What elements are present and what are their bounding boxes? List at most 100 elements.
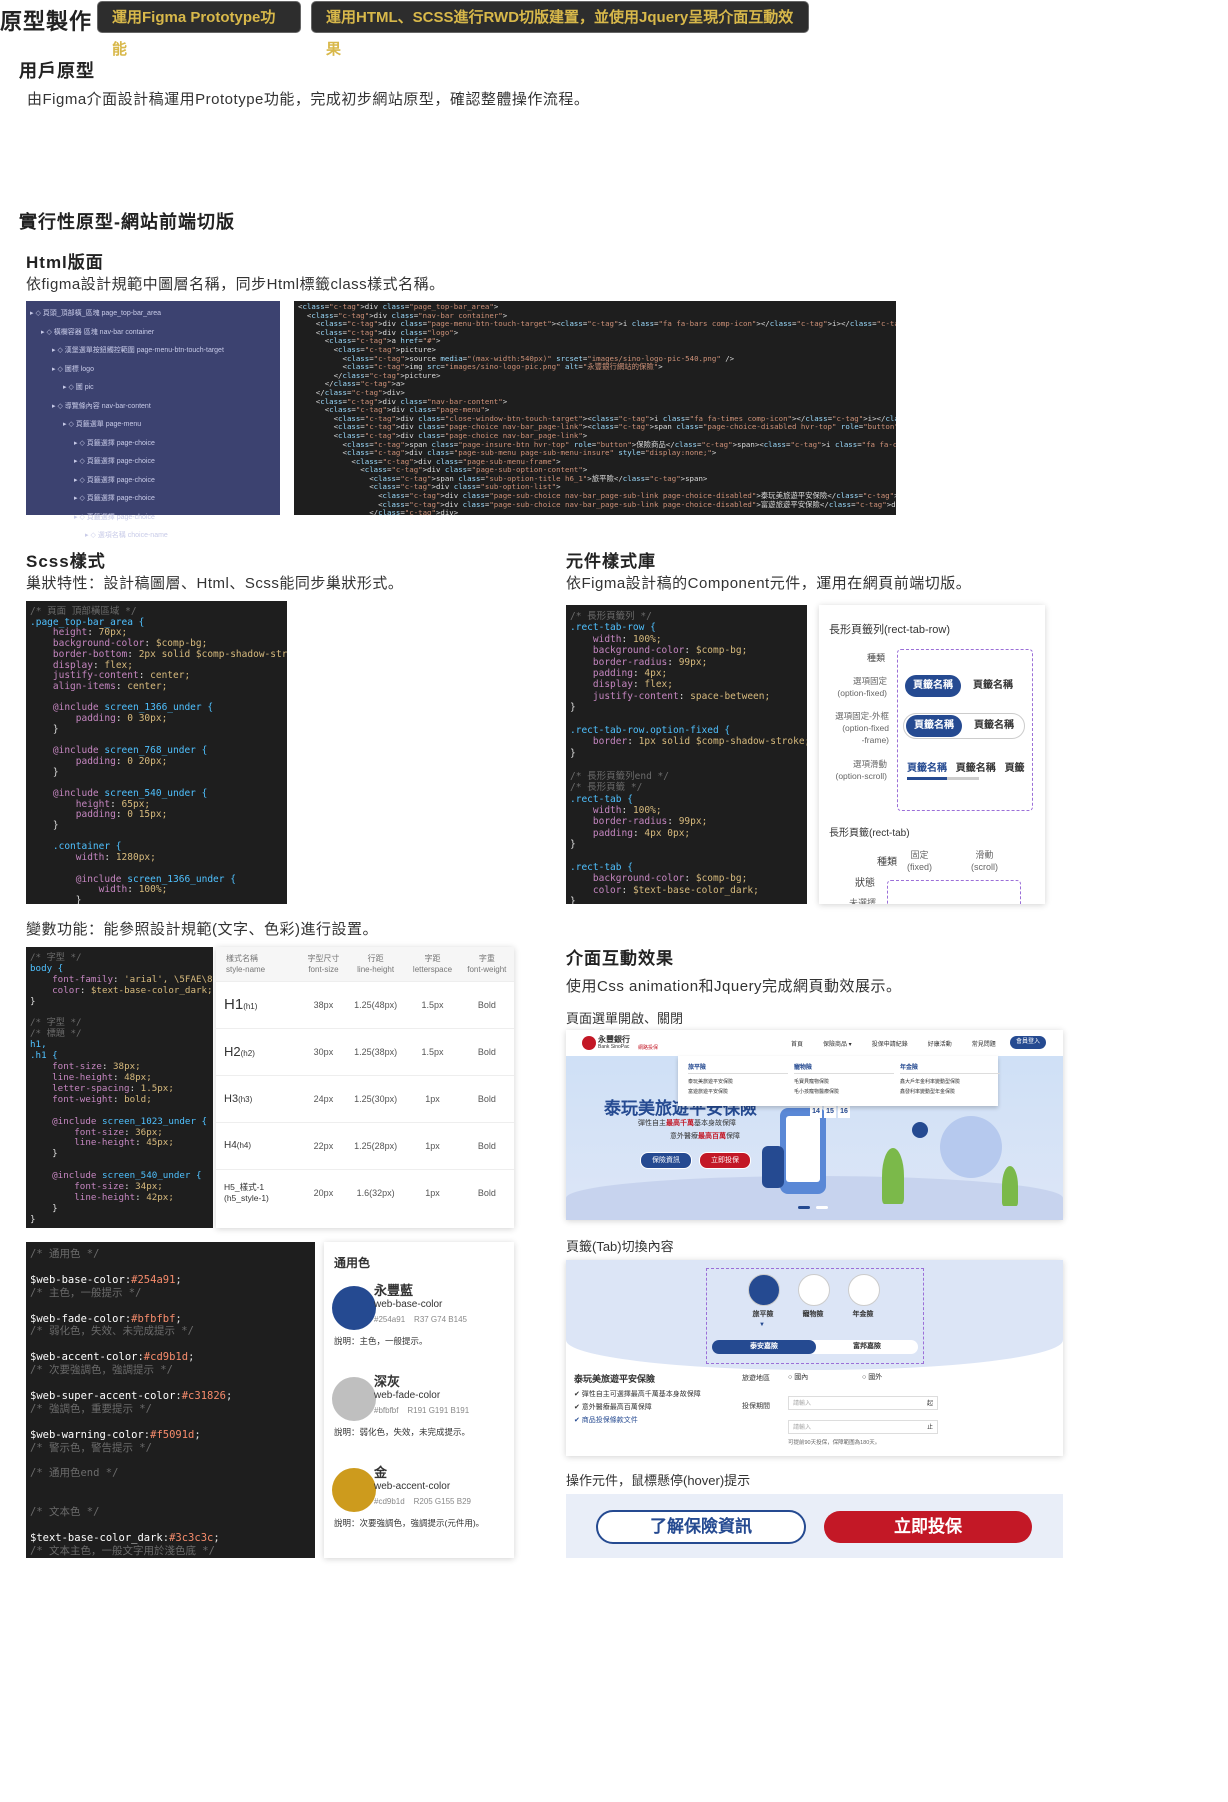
- code-line: .rect-tab-row {: [570, 622, 656, 634]
- code-line: padding: 0 30px;: [75, 713, 168, 725]
- tree-illustration: [882, 1148, 904, 1204]
- carousel-dot[interactable]: [816, 1206, 828, 1209]
- calendar-day: 14: [810, 1106, 822, 1118]
- type-row: H4(h4) 22px 1.25(28px) 1px Bold: [216, 1122, 514, 1169]
- end-date-input[interactable]: 請輸入止: [788, 1420, 938, 1434]
- prototype-desc: 由Figma介面設計稿運用Prototype功能，完成初步網站原型，確認整體操作…: [27, 91, 590, 108]
- layer-item[interactable]: ▸ ◇ 頁籤選擇 page-choice: [26, 435, 280, 454]
- layer-item[interactable]: ▸ ◇ 頁籤選擇 page-choice: [26, 490, 280, 509]
- color-name: 深灰: [374, 1374, 401, 1389]
- code-line: display: flex;: [592, 679, 673, 691]
- layer-item[interactable]: ▸ ◇ 頁籤選單 page-menu: [26, 416, 280, 435]
- color-values: #254a91 R37 G74 B145: [374, 1315, 467, 1324]
- dropdown-column: 旅平險 泰玩美旅遊平安保險 富遊旅遊平安保險: [688, 1062, 788, 1097]
- coin-icon: [848, 1274, 880, 1306]
- layer-item[interactable]: ▸ ◇ 橫欄容器 區塊 nav-bar container: [26, 324, 280, 343]
- sub-tab-active[interactable]: 泰安嘉險: [712, 1340, 816, 1354]
- dropdown-item[interactable]: 鑫大戶年金利率變動型保險: [900, 1077, 1000, 1087]
- color-name: 金: [374, 1465, 388, 1480]
- period-label: 投保期間: [742, 1403, 770, 1410]
- code-line: background-color: $comp-bg;: [592, 873, 748, 885]
- dropdown-item[interactable]: 鑫發利率變動型年金保險: [900, 1087, 1000, 1097]
- layer-item[interactable]: ▸ ◇ 頁籤選擇 page-choice: [26, 472, 280, 491]
- hero-info-button[interactable]: 保險資訊: [640, 1152, 692, 1169]
- carousel-dot-active[interactable]: [798, 1206, 810, 1209]
- product-point[interactable]: ✔ 商品投保條款文件: [574, 1414, 724, 1427]
- rect-tab-row-title: 長形頁籤列(rect-tab-row): [829, 624, 951, 636]
- layer-item[interactable]: ▸ ◇ 選項名稱 choice-name: [26, 527, 280, 546]
- menu-demo-label: 頁面選單開啟、關閉: [566, 1011, 684, 1026]
- tab-inactive[interactable]: 頁籤名稱: [965, 675, 1021, 697]
- dropdown-item[interactable]: 毛小孩寵物醫療保險: [794, 1087, 894, 1097]
- code-line: /* 通用色 */: [30, 1248, 100, 1260]
- layer-item[interactable]: ▸ ◇ 頁籤選擇 page-choice: [26, 453, 280, 472]
- calendar-day: 16: [838, 1106, 850, 1118]
- color-values: #cd9b1d R205 G155 B29: [374, 1497, 471, 1506]
- scss-code-block: /* 頁面 頂部橫區域 */.page_top-bar_area { heigh…: [26, 601, 287, 904]
- nav-item[interactable]: 好康活動: [928, 1042, 952, 1048]
- dropdown-item[interactable]: 泰玩美旅遊平安保險: [688, 1077, 788, 1087]
- buy-now-button[interactable]: 立即投保: [824, 1511, 1032, 1543]
- layer-item[interactable]: ▸ ◇ 頁籤選擇 page-choice: [26, 509, 280, 528]
- layer-item[interactable]: ▸ ◇ 漢堡選單按鈕觸控範圍 page-menu-btn-touch-targe…: [26, 342, 280, 361]
- opt-frame-label: 選項固定-外框 (option-fixed -frame): [835, 711, 889, 745]
- code-line: $web-base-color:#254a91;: [30, 1273, 182, 1286]
- globe-illustration: [940, 1116, 1002, 1178]
- dropdown-column: 年金險 鑫大戶年金利率變動型保險 鑫發利率變動型年金保險: [900, 1062, 1000, 1097]
- tab-inactive[interactable]: 頁籤名稱: [956, 763, 996, 774]
- sub-tab[interactable]: 富邦嘉險: [816, 1340, 918, 1354]
- scroll-thumb: [907, 777, 947, 780]
- pin-illustration: [912, 1122, 928, 1138]
- tab-active[interactable]: 頁籤名稱: [906, 715, 962, 737]
- page-title: 原型製作: [0, 9, 93, 34]
- tab-inactive-cut[interactable]: 頁籤: [1005, 763, 1025, 774]
- layer-item[interactable]: ▸ ◇ 圖 pic: [26, 379, 280, 398]
- radio-domestic[interactable]: ○ 國內: [788, 1372, 808, 1382]
- nav-item[interactable]: 首頁: [791, 1042, 803, 1048]
- tab-active[interactable]: 頁籤名稱: [907, 763, 947, 774]
- code-line: padding: 0 15px;: [75, 809, 168, 821]
- code-line: }: [30, 1202, 58, 1214]
- layer-item[interactable]: ▸ ◇ 頁頭_頂部橫_區塊 page_top-bar_area: [26, 305, 280, 324]
- color-note: 說明：弱化色，失效，未完成提示。: [334, 1427, 471, 1437]
- insurance-info-button[interactable]: 了解保險資訊: [596, 1510, 806, 1544]
- product-point: ✔ 意外醫療最高百萬保障: [574, 1404, 652, 1411]
- code-line: padding: 0 20px;: [75, 755, 168, 767]
- type-cell: Bold: [477, 1187, 496, 1198]
- hero-buy-button[interactable]: 立即投保: [699, 1152, 751, 1169]
- tab-inactive[interactable]: 頁籤名稱: [966, 715, 1022, 737]
- tag-figma-prototype: 運用Figma Prototype功能: [97, 1, 301, 58]
- scss-heading: Scss樣式: [26, 552, 106, 571]
- tab-active[interactable]: 頁籤名稱: [905, 675, 961, 697]
- calendar-illustration: 14 15 16: [810, 1106, 852, 1118]
- code-line: /* 文本色 */: [30, 1506, 100, 1519]
- practical-heading: 實行性原型-網站前端切版: [19, 212, 235, 232]
- hero-line1: 彈性自主最高千萬基本身故保障: [638, 1120, 736, 1127]
- dropdown-item[interactable]: 富遊旅遊平安保險: [688, 1087, 788, 1097]
- nav-item[interactable]: 保險商品 ▾: [823, 1042, 852, 1048]
- dropdown-item[interactable]: 毛寶貝寵物保險: [794, 1077, 894, 1087]
- type-header-cell: 樣式名稱 style-name: [226, 953, 266, 974]
- radio-overseas[interactable]: ○ 國外: [862, 1372, 882, 1382]
- type-cell: 38px: [313, 999, 334, 1010]
- nav-item[interactable]: 常見問題: [972, 1042, 996, 1048]
- component-code-block: /* 長形頁籤列 */.rect-tab-row { width: 100%; …: [566, 605, 807, 904]
- pet-icon: [798, 1274, 830, 1306]
- type-cell: 1.5px: [421, 1046, 444, 1057]
- layer-item[interactable]: ▸ ◇ 圖標 logo: [26, 361, 280, 380]
- code-line: }: [30, 894, 82, 904]
- type-cell: 1.6(32px): [356, 1187, 395, 1198]
- type-cell: Bold: [477, 1140, 496, 1151]
- style-sub: (h3): [238, 1094, 253, 1104]
- hover-demo-panel: 了解保險資訊 立即投保: [566, 1494, 1063, 1558]
- nav-item[interactable]: 投保申請紀錄: [872, 1042, 908, 1048]
- style-name: H2: [224, 1044, 241, 1059]
- layer-item[interactable]: ▸ ◇ 導覽條內容 nav-bar-content: [26, 398, 280, 417]
- color-swatch: [332, 1377, 376, 1421]
- login-button[interactable]: 會員登入: [1010, 1036, 1046, 1049]
- code-line: $web-fade-color:#bfbfbf;: [30, 1312, 182, 1325]
- opt-scroll-label: 選項滑動 (option-scroll): [835, 759, 888, 781]
- start-date-input[interactable]: 請輸入起: [788, 1396, 938, 1410]
